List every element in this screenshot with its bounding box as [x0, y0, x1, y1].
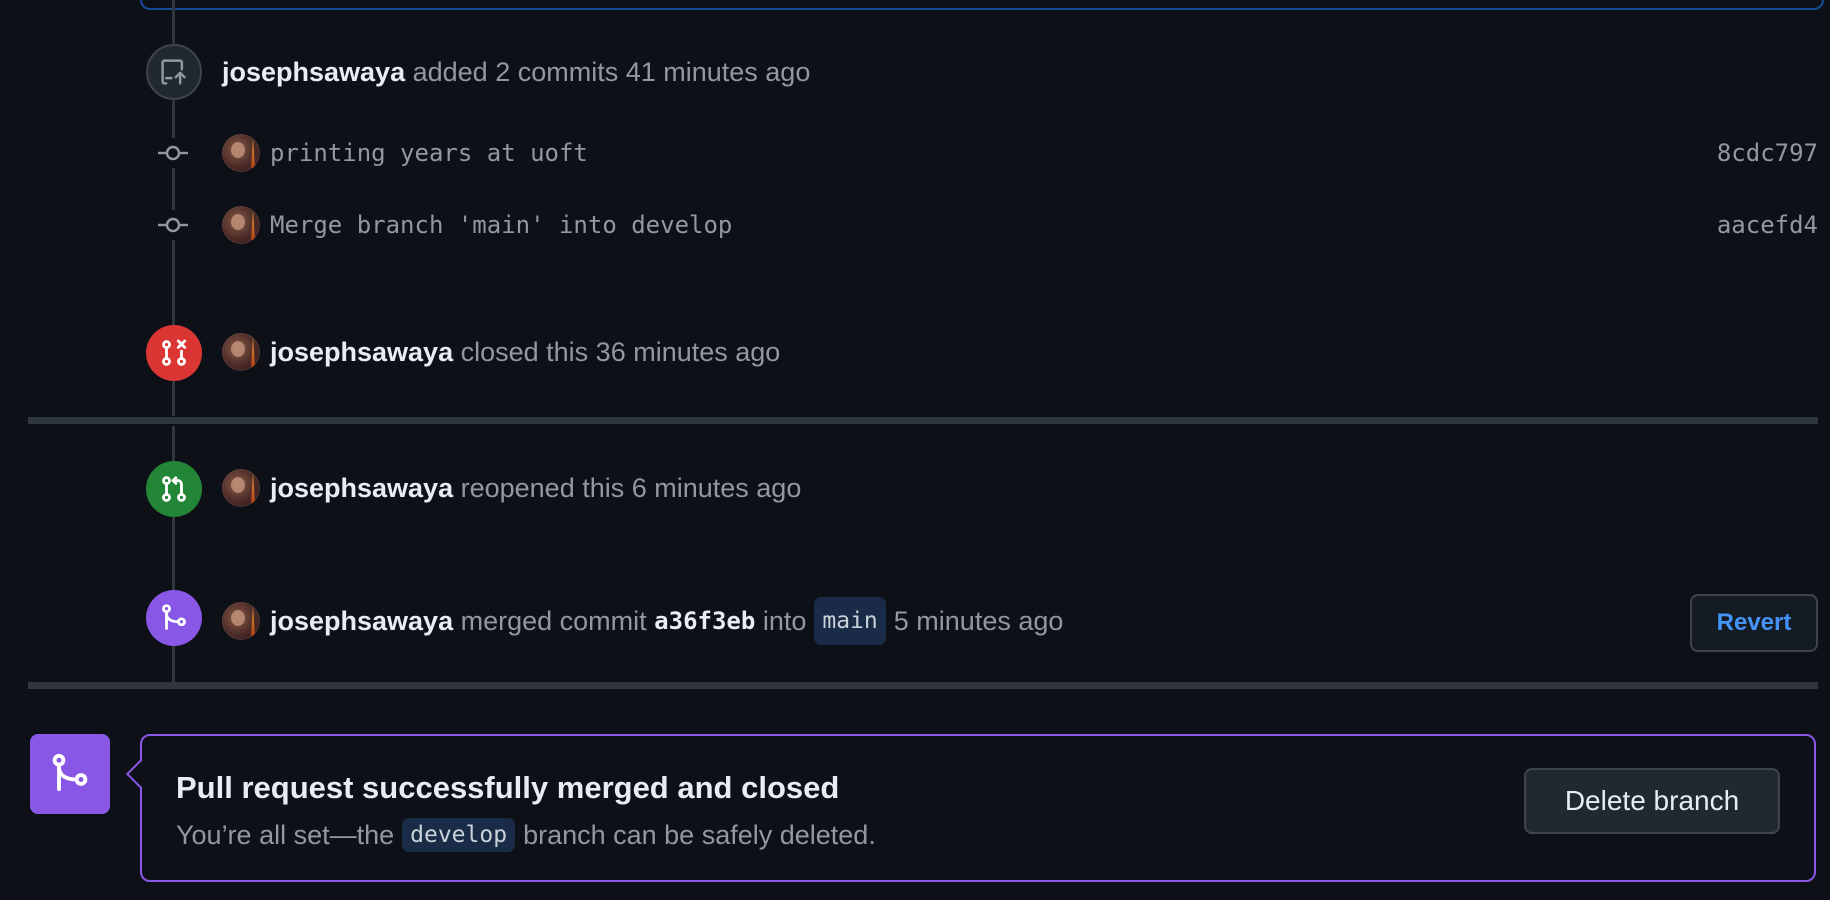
closed-event: josephsawaya closed this 36 minutes ago [222, 332, 780, 372]
commit-row: Merge branch 'main' into develop aacefd4 [222, 205, 1818, 245]
timeline-divider [28, 682, 1818, 689]
delete-branch-button[interactable]: Delete branch [1524, 768, 1780, 834]
event-description: merged commit [460, 606, 647, 636]
git-commit-icon [158, 210, 188, 240]
repo-push-icon [146, 44, 202, 100]
commit-message-link[interactable]: printing years at uoft [270, 139, 1717, 167]
git-commit-icon [158, 138, 188, 168]
event-description: into [762, 606, 807, 636]
event-description: reopened this 6 minutes ago [460, 473, 802, 503]
git-merge-icon [30, 734, 110, 814]
merge-status-text: branch can be safely deleted. [523, 819, 876, 850]
avatar[interactable] [222, 206, 260, 244]
git-merge-icon [146, 590, 202, 646]
event-description: closed this 36 minutes ago [460, 337, 781, 367]
commits-added-event: josephsawaya added 2 commits 41 minutes … [222, 52, 810, 92]
event-description: added 2 commits 41 minutes ago [412, 57, 811, 87]
merge-status-panel: Pull request successfully merged and clo… [140, 734, 1816, 882]
commit-sha-link[interactable]: aacefd4 [1717, 211, 1818, 239]
git-pull-request-icon [146, 461, 202, 517]
event-author-link[interactable]: josephsawaya [270, 468, 453, 508]
commit-row: printing years at uoft 8cdc797 [222, 133, 1818, 173]
commit-sha-link[interactable]: 8cdc797 [1717, 139, 1818, 167]
avatar[interactable] [222, 333, 260, 371]
previous-comment-box-edge [140, 0, 1824, 10]
event-author-link[interactable]: josephsawaya [270, 601, 453, 641]
branch-name-pill[interactable]: develop [402, 818, 516, 852]
avatar[interactable] [222, 602, 260, 640]
event-timestamp: 5 minutes ago [893, 606, 1064, 636]
avatar[interactable] [222, 134, 260, 172]
branch-name-pill[interactable]: main [814, 597, 886, 645]
avatar[interactable] [222, 469, 260, 507]
merge-status-description: You’re all set—the develop branch can be… [176, 818, 876, 852]
merge-status-text: You’re all set—the [176, 819, 395, 850]
merge-commit-link[interactable]: a36f3eb [654, 601, 755, 641]
git-pull-request-closed-icon [146, 325, 202, 381]
reopened-event: josephsawaya reopened this 6 minutes ago [222, 468, 801, 508]
timeline-divider [28, 417, 1818, 424]
commit-message-link[interactable]: Merge branch 'main' into develop [270, 211, 1717, 239]
event-author-link[interactable]: josephsawaya [270, 332, 453, 372]
merged-event: josephsawaya merged commit a36f3eb into … [222, 597, 1063, 645]
pr-timeline-page: josephsawaya added 2 commits 41 minutes … [0, 0, 1830, 900]
merge-status-title: Pull request successfully merged and clo… [176, 770, 840, 805]
event-author-link[interactable]: josephsawaya [222, 52, 405, 92]
revert-button[interactable]: Revert [1690, 594, 1818, 652]
